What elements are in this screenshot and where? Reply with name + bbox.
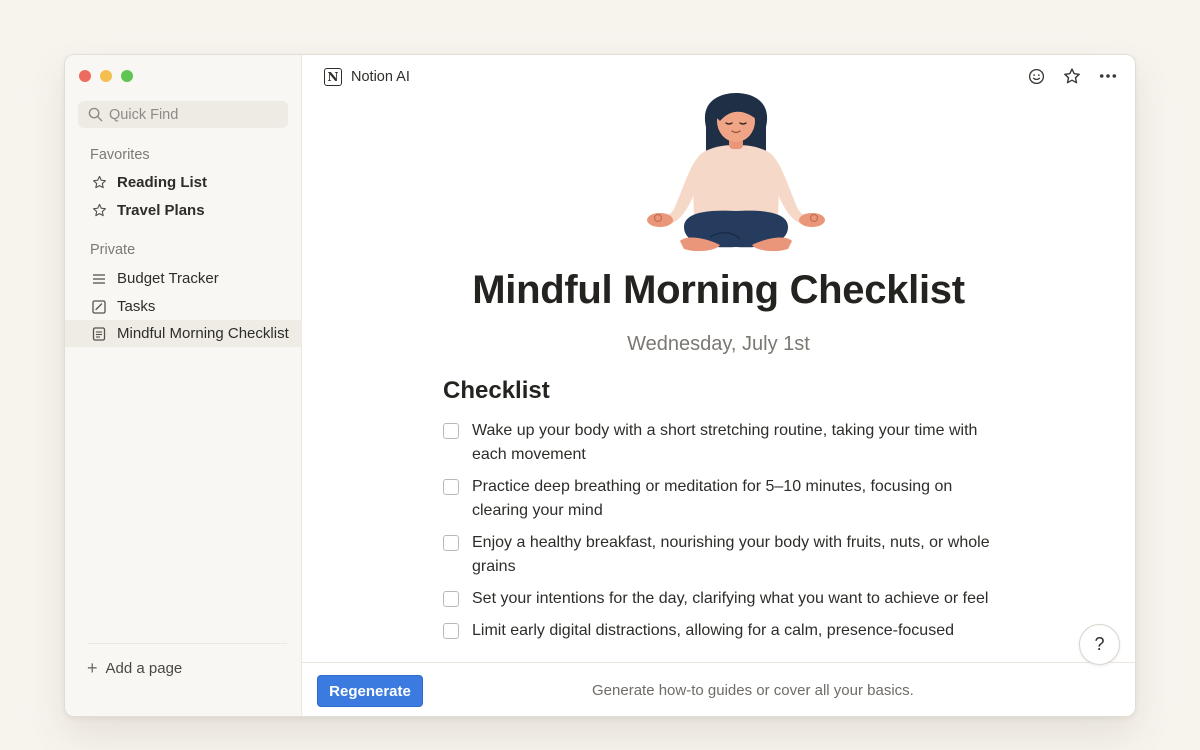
main-content: N Notion AI Mindful Morning Checklist We… — [302, 55, 1135, 716]
ai-hint-text: Generate how-to guides or cover all your… — [592, 682, 914, 699]
todo-checkbox[interactable] — [443, 423, 459, 439]
list-item: Set your intentions for the day, clarify… — [443, 587, 1003, 611]
sidebar-item-reading-list[interactable]: Reading List — [65, 169, 302, 196]
sidebar: Quick Find Favorites Reading List Travel… — [65, 55, 302, 716]
todo-checkbox[interactable] — [443, 479, 459, 495]
breadcrumb[interactable]: N Notion AI — [324, 68, 410, 86]
list-item: Limit early digital distractions, allowi… — [443, 619, 1003, 643]
sidebar-divider — [87, 643, 287, 644]
todo-checkbox[interactable] — [443, 535, 459, 551]
favorite-star-icon[interactable] — [1063, 67, 1081, 85]
todo-text[interactable]: Wake up your body with a short stretchin… — [472, 419, 1003, 467]
todo-text[interactable]: Practice deep breathing or meditation fo… — [472, 475, 1003, 523]
search-icon — [88, 107, 103, 122]
todo-checkbox[interactable] — [443, 623, 459, 639]
add-page-label: Add a page — [105, 659, 183, 677]
plus-icon: + — [87, 658, 98, 678]
todo-text[interactable]: Limit early digital distractions, allowi… — [472, 619, 954, 643]
star-icon — [91, 203, 107, 219]
sidebar-item-label: Mindful Morning Checklist — [117, 325, 289, 342]
list-item: Enjoy a healthy breakfast, nourishing yo… — [443, 531, 1003, 579]
list-item: Wake up your body with a short stretchin… — [443, 419, 1003, 467]
todo-text[interactable]: Enjoy a healthy breakfast, nourishing yo… — [472, 531, 1003, 579]
document-icon — [91, 326, 107, 342]
meditation-illustration — [647, 93, 825, 252]
ai-action-bar: Regenerate Generate how-to guides or cov… — [302, 662, 1135, 716]
sidebar-item-label: Tasks — [117, 298, 156, 315]
sidebar-item-label: Budget Tracker — [117, 270, 219, 287]
quick-find-placeholder: Quick Find — [109, 106, 179, 123]
star-icon — [91, 175, 107, 191]
sidebar-item-label: Travel Plans — [117, 202, 205, 219]
page-title[interactable]: Mindful Morning Checklist — [302, 268, 1135, 313]
regenerate-button[interactable]: Regenerate — [317, 675, 423, 707]
checkbox-icon — [91, 299, 107, 315]
page-date: Wednesday, July 1st — [627, 333, 810, 355]
maximize-window-button[interactable] — [121, 70, 133, 82]
add-page-button[interactable]: + Add a page — [87, 659, 182, 677]
todo-text[interactable]: Set your intentions for the day, clarify… — [472, 587, 988, 611]
app-window: Quick Find Favorites Reading List Travel… — [64, 54, 1136, 717]
list-icon — [91, 271, 107, 287]
page-breadcrumb-title: Notion AI — [351, 69, 410, 85]
quick-find-input[interactable]: Quick Find — [78, 101, 288, 128]
list-item: Practice deep breathing or meditation fo… — [443, 475, 1003, 523]
checklist: Wake up your body with a short stretchin… — [443, 419, 1003, 651]
more-options-icon[interactable] — [1099, 67, 1117, 85]
sidebar-item-budget-tracker[interactable]: Budget Tracker — [65, 265, 302, 292]
notion-logo-icon: N — [324, 68, 342, 86]
window-controls — [79, 70, 133, 82]
sidebar-item-mindful-morning-checklist[interactable]: Mindful Morning Checklist — [65, 320, 302, 347]
sidebar-item-travel-plans[interactable]: Travel Plans — [65, 197, 302, 224]
sidebar-item-label: Reading List — [117, 174, 208, 191]
close-window-button[interactable] — [79, 70, 91, 82]
checklist-heading[interactable]: Checklist — [443, 377, 550, 405]
sidebar-item-tasks[interactable]: Tasks — [65, 293, 302, 320]
todo-checkbox[interactable] — [443, 591, 459, 607]
top-actions — [1027, 67, 1117, 85]
private-label: Private — [90, 242, 136, 258]
emoji-icon[interactable] — [1027, 67, 1045, 85]
favorites-label: Favorites — [90, 147, 150, 163]
help-button[interactable]: ? — [1079, 624, 1120, 665]
minimize-window-button[interactable] — [100, 70, 112, 82]
